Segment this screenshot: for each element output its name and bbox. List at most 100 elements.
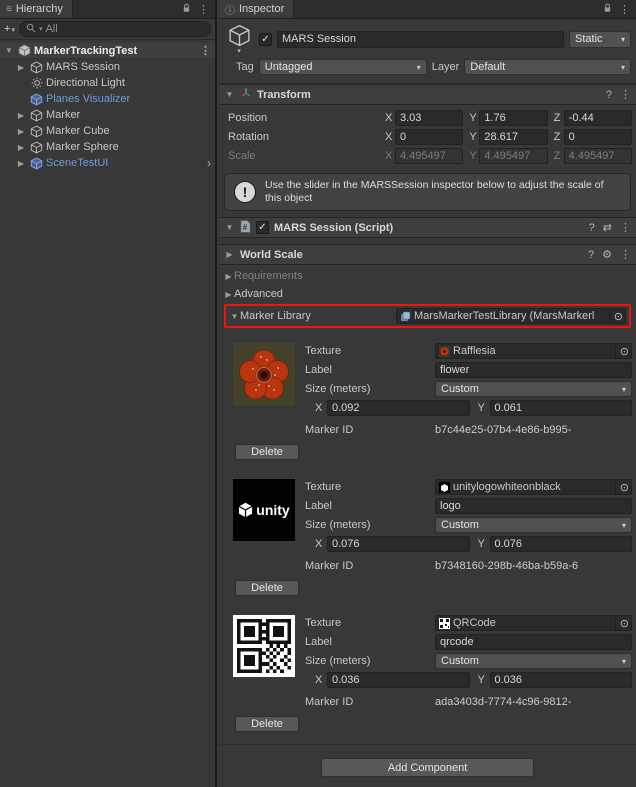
foldout-closed-icon[interactable]: ▶ (15, 159, 27, 168)
foldout-closed-icon[interactable]: ▶ (224, 250, 235, 259)
foldout-closed-icon[interactable]: ▶ (15, 63, 27, 72)
size-y-field[interactable]: 0.036 (490, 672, 633, 688)
tag-dropdown[interactable]: Untagged ▾ (259, 59, 427, 75)
hierarchy-item-planes-visualizer[interactable]: Planes Visualizer (0, 91, 215, 107)
texture-object-field[interactable]: unitylogowhiteonblack ⊙ (435, 479, 632, 495)
scale-x-value: 4.495497 (400, 150, 446, 162)
create-button[interactable]: + ▾ (4, 23, 15, 35)
marker-id-value: b7348160-298b-46ba-b59a-6 (435, 560, 632, 572)
marker-library-object-field[interactable]: MarsMarkerTestLibrary (MarsMarkerl ⊙ (396, 308, 626, 324)
tab-hierarchy[interactable]: ≡ Hierarchy (0, 0, 73, 18)
scene-menu-icon[interactable]: ⋮ (200, 44, 211, 57)
tab-inspector[interactable]: ⓘ Inspector (219, 0, 294, 18)
chevron-down-icon: ▾ (617, 657, 626, 666)
foldout-open-icon[interactable]: ▼ (224, 90, 235, 99)
search-input[interactable]: ▾ All (19, 21, 211, 37)
gameobject-icon-button[interactable]: ▾ (224, 23, 254, 56)
static-dropdown[interactable]: Static ▾ (569, 31, 631, 48)
help-icon[interactable]: ? (588, 249, 594, 261)
y-axis-label: Y (465, 131, 479, 143)
size-mode-value: Custom (441, 519, 479, 531)
preset-icon[interactable]: ⇄ (603, 221, 612, 234)
size-y-field[interactable]: 0.076 (490, 536, 633, 552)
section-menu-icon[interactable]: ⋮ (620, 248, 631, 261)
size-y-field[interactable]: 0.061 (490, 400, 633, 416)
delete-label: Delete (251, 582, 283, 594)
qrcode-texture-preview[interactable] (233, 615, 295, 677)
delete-button[interactable]: Delete (235, 580, 299, 596)
size-x-field[interactable]: 0.076 (327, 536, 470, 552)
delete-button[interactable]: Delete (235, 716, 299, 732)
add-component-button[interactable]: Add Component (321, 758, 534, 777)
component-menu-icon[interactable]: ⋮ (620, 88, 631, 101)
label-field[interactable]: logo (435, 498, 632, 514)
size-x-field[interactable]: 0.092 (327, 400, 470, 416)
foldout-open-icon[interactable]: ▼ (3, 46, 15, 55)
unity-logo-texture-preview[interactable]: unity (233, 479, 295, 541)
rotation-x-field[interactable]: 0 (395, 129, 463, 145)
hierarchy-item-marker-cube[interactable]: ▶ Marker Cube (0, 123, 215, 139)
layer-dropdown[interactable]: Default ▾ (464, 59, 631, 75)
script-enabled-checkbox[interactable]: ✓ (256, 221, 269, 234)
item-label: Marker (46, 109, 80, 121)
transform-header[interactable]: ▼ Transform ? ⋮ (219, 84, 636, 105)
help-icon[interactable]: ? (606, 89, 612, 101)
size-mode-dropdown[interactable]: Custom ▾ (435, 653, 632, 669)
add-component-label: Add Component (388, 762, 468, 774)
gear-icon[interactable]: ⚙ (602, 248, 612, 261)
label-label: Label (305, 364, 435, 376)
hierarchy-scene-row[interactable]: ▼ MarkerTrackingTest ⋮ (0, 43, 215, 59)
window-menu-icon[interactable]: ⋮ (619, 3, 630, 16)
rotation-y-field[interactable]: 28.617 (479, 129, 547, 145)
marker-entry-unity-logo: unity Texture unitylogowhiteonblack ⊙ La… (233, 460, 632, 596)
marker-id-label: Marker ID (305, 424, 435, 436)
gameobject-name-field[interactable]: MARS Session (277, 31, 564, 48)
hierarchy-item-scenetestui[interactable]: ▶ SceneTestUI › (0, 155, 215, 171)
object-picker-icon[interactable]: ⊙ (615, 617, 629, 630)
world-scale-title: World Scale (240, 249, 303, 261)
advanced-foldout[interactable]: ▶ Advanced (223, 285, 632, 303)
size-mode-dropdown[interactable]: Custom ▾ (435, 517, 632, 533)
foldout-closed-icon[interactable]: ▶ (15, 127, 27, 136)
foldout-open-icon[interactable]: ▼ (224, 223, 235, 232)
hierarchy-item-marker[interactable]: ▶ Marker (0, 107, 215, 123)
component-menu-icon[interactable]: ⋮ (620, 221, 631, 234)
position-x-field[interactable]: 3.03 (395, 110, 463, 126)
foldout-closed-icon[interactable]: ▶ (15, 143, 27, 152)
lock-icon[interactable] (182, 3, 191, 16)
hierarchy-item-mars-session[interactable]: ▶ MARS Session (0, 59, 215, 75)
hierarchy-item-marker-sphere[interactable]: ▶ Marker Sphere (0, 139, 215, 155)
label-field[interactable]: flower (435, 362, 632, 378)
prefab-open-chevron-icon[interactable]: › (207, 156, 211, 170)
world-scale-header[interactable]: ▶ World Scale ? ⚙ ⋮ (219, 244, 636, 265)
foldout-open-icon[interactable]: ▼ (229, 312, 240, 321)
mars-session-script-header[interactable]: ▼ # ✓ MARS Session (Script) ? ⇄ ⋮ (219, 217, 636, 238)
texture-object-field[interactable]: QRCode ⊙ (435, 615, 632, 631)
rotation-z-field[interactable]: 0 (564, 129, 632, 145)
layer-value: Default (470, 61, 505, 73)
y-axis-label: Y (478, 402, 490, 414)
position-y-field[interactable]: 1.76 (479, 110, 547, 126)
texture-object-field[interactable]: Rafflesia ⊙ (435, 343, 632, 359)
requirements-foldout[interactable]: ▶ Requirements (223, 267, 632, 285)
marker-entry-rafflesia: Texture Rafflesia ⊙ Label flower Size (m… (233, 328, 632, 460)
scale-z-field: 4.495497 (564, 148, 632, 164)
active-checkbox[interactable]: ✓ (259, 33, 272, 46)
lock-icon[interactable] (603, 3, 612, 16)
label-label: Label (305, 500, 435, 512)
chevron-down-icon: ▾ (616, 35, 625, 44)
delete-label: Delete (251, 718, 283, 730)
object-picker-icon[interactable]: ⊙ (615, 345, 629, 358)
size-mode-dropdown[interactable]: Custom ▾ (435, 381, 632, 397)
delete-button[interactable]: Delete (235, 444, 299, 460)
window-menu-icon[interactable]: ⋮ (198, 3, 209, 16)
hierarchy-item-directional-light[interactable]: Directional Light (0, 75, 215, 91)
label-field[interactable]: qrcode (435, 634, 632, 650)
position-z-field[interactable]: -0.44 (564, 110, 632, 126)
rafflesia-texture-preview[interactable] (233, 343, 295, 405)
help-icon[interactable]: ? (589, 222, 595, 234)
object-picker-icon[interactable]: ⊙ (615, 481, 629, 494)
foldout-closed-icon[interactable]: ▶ (15, 111, 27, 120)
size-x-field[interactable]: 0.036 (327, 672, 470, 688)
object-picker-icon[interactable]: ⊙ (609, 310, 623, 323)
